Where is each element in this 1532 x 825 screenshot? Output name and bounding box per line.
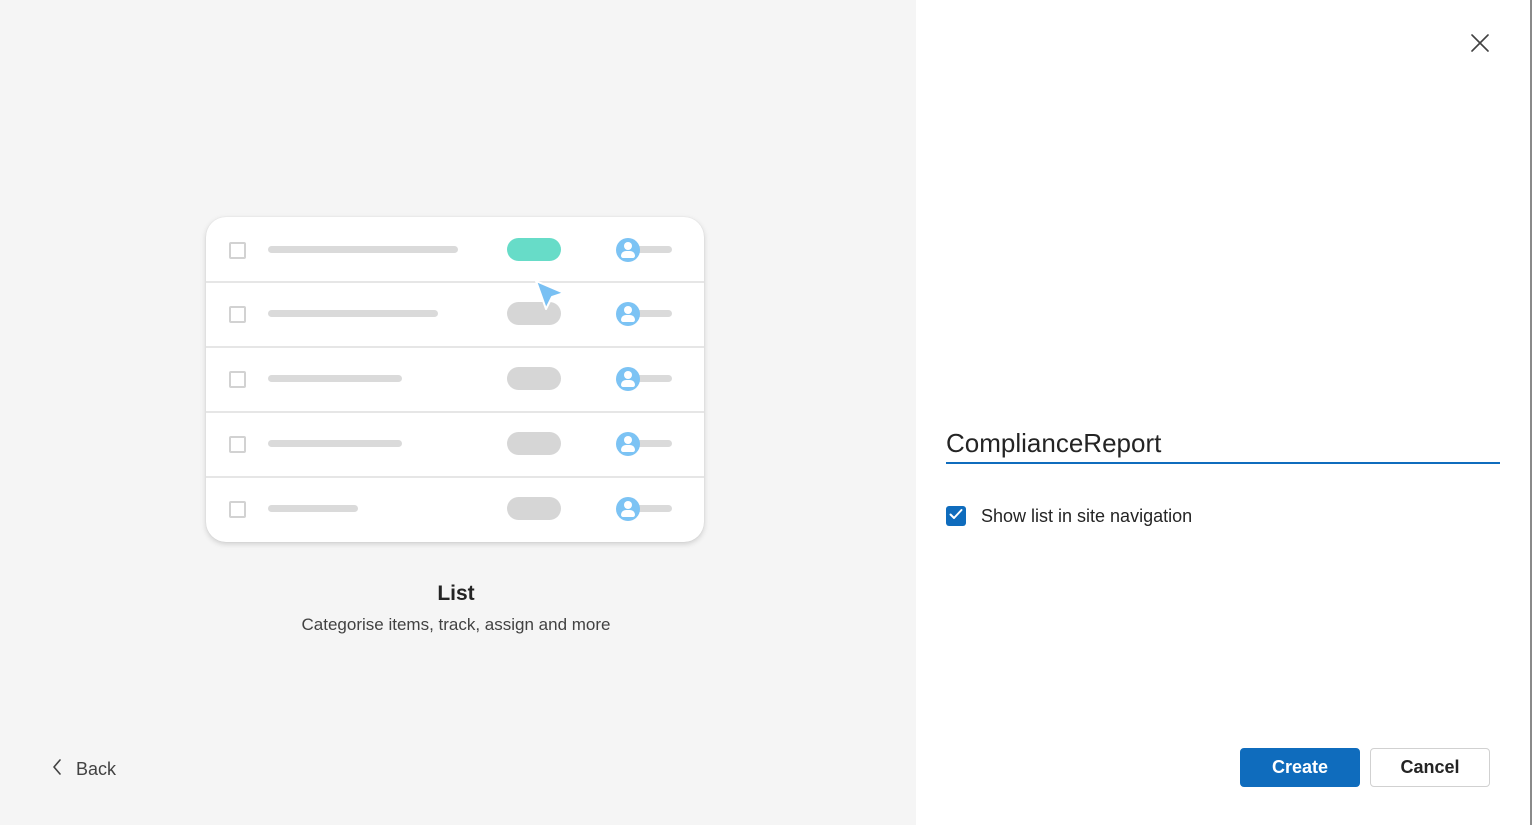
- person-avatar-icon: [616, 432, 640, 456]
- checkbox-icon: [229, 371, 246, 388]
- create-list-dialog: List Categorise items, track, assign and…: [0, 0, 1532, 825]
- list-details-panel: ComplianceReport Show list in site navig…: [916, 0, 1532, 825]
- status-pill: [507, 497, 561, 520]
- back-label: Back: [76, 758, 117, 779]
- checkbox-icon: [229, 306, 246, 323]
- pointer-cursor-icon: [534, 279, 566, 313]
- status-pill: [507, 432, 561, 455]
- placeholder-line: [268, 440, 402, 447]
- illustration-row: [206, 217, 704, 282]
- placeholder-line: [268, 505, 358, 512]
- list-illustration: [206, 217, 704, 542]
- show-in-navigation-checkbox[interactable]: [946, 506, 966, 526]
- status-pill: [507, 238, 561, 261]
- illustration-row: [206, 281, 704, 348]
- chevron-left-icon: [52, 758, 76, 780]
- illustration-row: [206, 476, 704, 542]
- person-avatar-icon: [616, 497, 640, 521]
- show-in-navigation-label: Show list in site navigation: [981, 505, 1193, 526]
- list-name-input[interactable]: ComplianceReport: [946, 424, 1500, 464]
- person-avatar-icon: [616, 302, 640, 326]
- close-icon: [1471, 33, 1489, 57]
- show-in-navigation-option[interactable]: Show list in site navigation: [946, 504, 1192, 528]
- template-title: List: [437, 582, 475, 605]
- template-description: Categorise items, track, assign and more: [301, 615, 611, 634]
- checkbox-icon: [229, 436, 246, 453]
- cancel-button[interactable]: Cancel: [1370, 748, 1490, 787]
- checkbox-icon: [229, 242, 246, 259]
- illustration-row: [206, 346, 704, 413]
- illustration-row: [206, 411, 704, 478]
- close-button[interactable]: [1465, 30, 1495, 60]
- create-button[interactable]: Create: [1240, 748, 1360, 787]
- person-avatar-icon: [616, 238, 640, 262]
- placeholder-line: [268, 246, 458, 253]
- checkbox-icon: [229, 501, 246, 518]
- back-button[interactable]: Back: [52, 754, 116, 784]
- person-avatar-icon: [616, 367, 640, 391]
- status-pill: [507, 367, 561, 390]
- checkmark-icon: [949, 507, 963, 525]
- placeholder-line: [268, 375, 402, 382]
- template-preview-panel: List Categorise items, track, assign and…: [0, 0, 916, 825]
- placeholder-line: [268, 310, 438, 317]
